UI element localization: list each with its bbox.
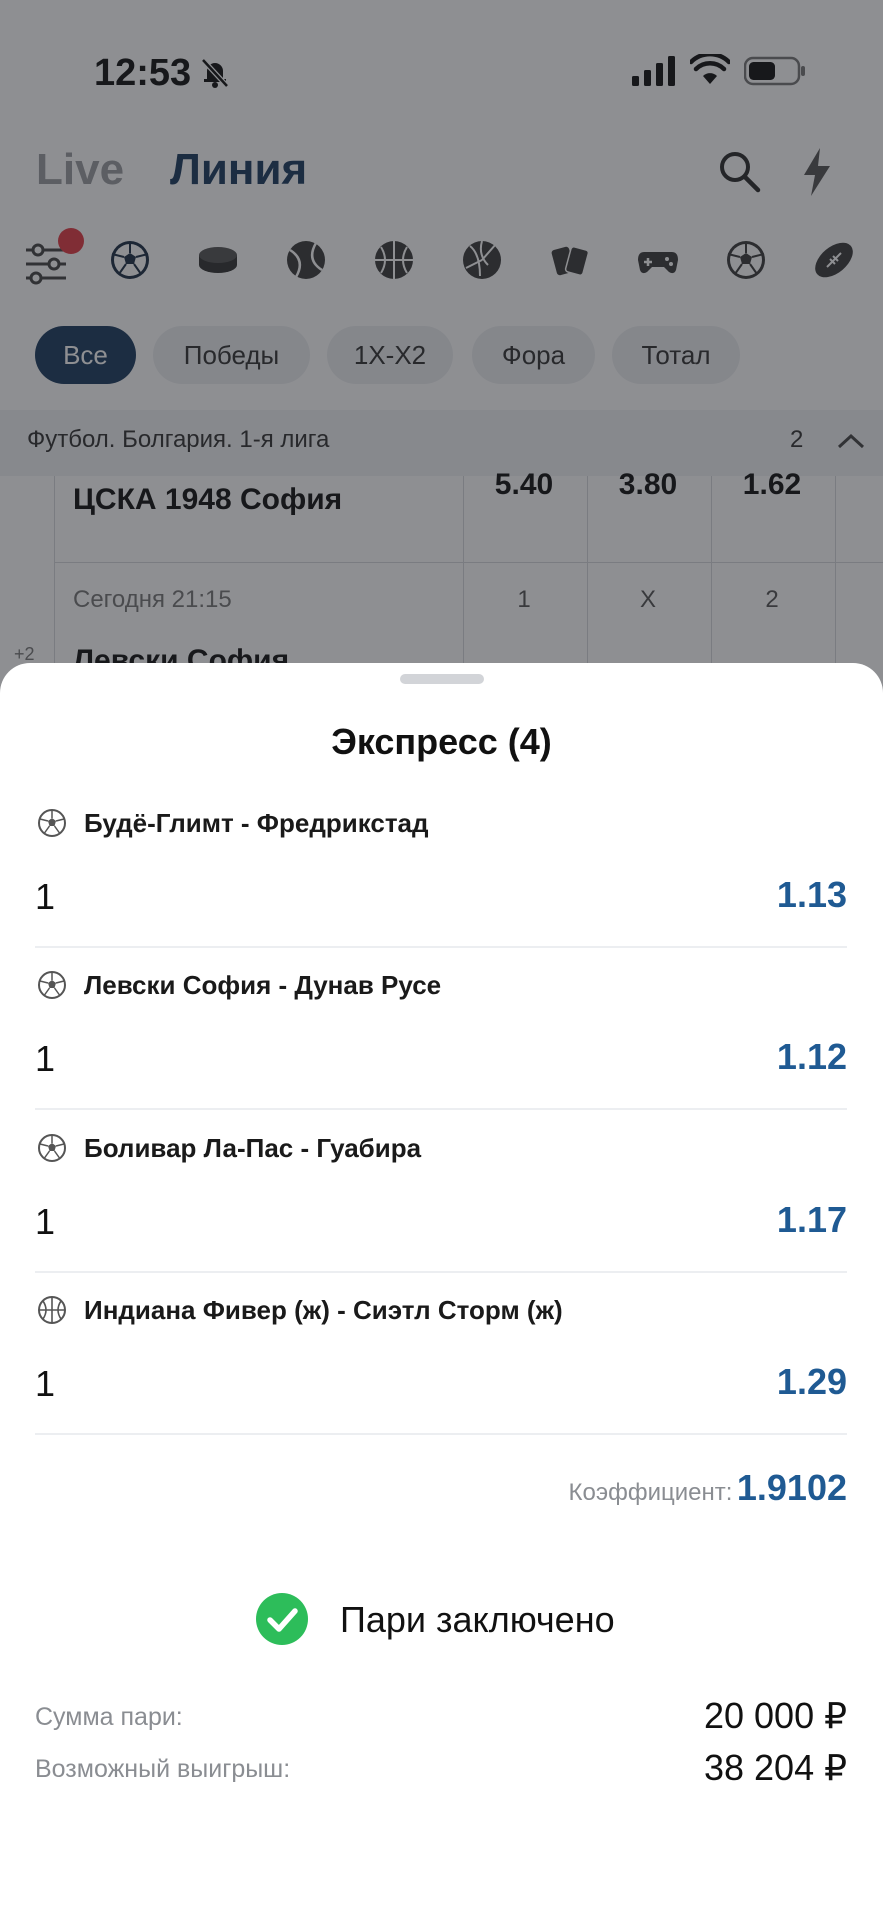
bet-match-name: Индиана Фивер (ж) - Сиэтл Сторм (ж) xyxy=(84,1295,563,1325)
stake-row: Сумма пари: 20 000 ₽ xyxy=(35,1695,847,1739)
bet-coefficient: 1.17 xyxy=(776,1199,847,1240)
bet-placed-text: Пари заключено xyxy=(340,1599,615,1640)
soccer-ball-icon xyxy=(38,809,66,837)
possible-win-label: Возможный выигрыш: xyxy=(35,1755,291,1783)
bet-match-name: Будё-Глимт - Фредрикстад xyxy=(84,808,429,838)
stake-value: 20 000 ₽ xyxy=(703,1695,847,1736)
possible-win-row: Возможный выигрыш: 38 204 ₽ xyxy=(35,1747,847,1791)
bet-item: Индиана Фивер (ж) - Сиэтл Сторм (ж) 1 1.… xyxy=(35,1273,847,1435)
divider xyxy=(35,1108,847,1110)
possible-win-value: 38 204 ₽ xyxy=(703,1747,847,1788)
bet-coefficient: 1.29 xyxy=(776,1361,847,1402)
bet-match-name: Боливар Ла-Пас - Гуабира xyxy=(84,1133,422,1163)
bet-outcome: 1 xyxy=(35,1363,56,1404)
basketball-icon xyxy=(38,1296,66,1324)
soccer-ball-icon xyxy=(38,971,66,999)
bet-coefficient: 1.12 xyxy=(776,1036,847,1077)
total-coefficient-label: Коэффициент: xyxy=(568,1479,733,1506)
bet-coefficient: 1.13 xyxy=(776,874,847,915)
sheet-title: Экспресс (4) xyxy=(331,721,552,762)
sheet-grabber[interactable] xyxy=(400,674,484,684)
stake-label: Сумма пари: xyxy=(35,1703,183,1731)
bet-match-name: Левски София - Дунав Русе xyxy=(84,970,442,1000)
total-coefficient-value: 1.9102 xyxy=(736,1467,847,1508)
bet-item: Левски София - Дунав Русе 1 1.12 xyxy=(35,948,847,1110)
check-circle-icon xyxy=(256,1593,308,1645)
bet-outcome: 1 xyxy=(35,1038,56,1079)
bet-outcome: 1 xyxy=(35,1201,56,1242)
divider xyxy=(35,1433,847,1435)
total-coefficient: Коэффициент: 1.9102 xyxy=(569,1467,847,1509)
soccer-ball-icon xyxy=(38,1134,66,1162)
bet-slip-sheet: Экспресс (4) Будё-Глимт - Фредрикстад 1 … xyxy=(0,663,883,1920)
bet-outcome: 1 xyxy=(35,876,56,917)
bet-item: Будё-Глимт - Фредрикстад 1 1.13 xyxy=(35,786,847,948)
bet-item: Боливар Ла-Пас - Гуабира 1 1.17 xyxy=(35,1111,847,1273)
